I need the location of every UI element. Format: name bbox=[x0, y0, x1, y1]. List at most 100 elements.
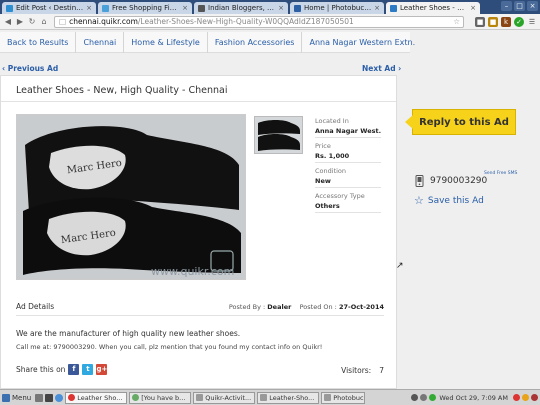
ad-contact-line: Call me at: 9790003290. When you call, p… bbox=[16, 343, 323, 351]
visitors-value: 7 bbox=[379, 366, 384, 375]
attr-price: Price Rs. 1,000 bbox=[315, 142, 381, 163]
page-icon: □ bbox=[59, 17, 67, 26]
extension-icon[interactable]: ■ bbox=[488, 16, 498, 27]
attr-accessory-type: Accessory Type Others bbox=[315, 192, 381, 213]
browser-toolbar: ◀ ▶ ↻ ⌂ □ chennai.quikr.com /Leather-Sho… bbox=[0, 14, 540, 30]
twitter-icon[interactable]: t bbox=[82, 364, 94, 375]
mouse-cursor-icon: ↗ bbox=[396, 261, 404, 271]
browser-tab-strip: Edit Post ‹ Destinatio × Free Shopping Fi… bbox=[0, 0, 540, 14]
ad-description: We are the manufacturer of high quality … bbox=[16, 329, 241, 338]
divider bbox=[1, 101, 396, 102]
close-tab-icon[interactable]: × bbox=[278, 4, 284, 12]
close-window-button[interactable]: × bbox=[527, 1, 538, 11]
breadcrumb-city[interactable]: Chennai bbox=[76, 31, 125, 53]
visitor-count: Visitors: 7 bbox=[341, 366, 384, 375]
shoes-photo-image: Marc Hero Marc Hero www.quikr.com bbox=[17, 115, 245, 279]
ad-details-header: Ad Details Posted By : Dealer Posted On … bbox=[16, 302, 384, 316]
ad-card: Leather Shoes - New, High Quality - Chen… bbox=[0, 75, 397, 389]
system-clock[interactable]: Wed Oct 29, 7:09 AM bbox=[439, 394, 508, 402]
minimize-button[interactable]: – bbox=[501, 1, 512, 11]
ad-attributes: Located In Anna Nagar West... Price Rs. 1,… bbox=[315, 117, 381, 217]
mobile-phone-icon bbox=[415, 175, 424, 187]
close-tab-icon[interactable]: × bbox=[86, 4, 92, 12]
menu-icon[interactable]: ☰ bbox=[527, 17, 537, 27]
close-tab-icon[interactable]: × bbox=[470, 4, 476, 12]
send-free-sms-link[interactable]: Send Free SMS bbox=[484, 171, 517, 176]
breadcrumb-subcategory[interactable]: Fashion Accessories bbox=[208, 31, 303, 53]
star-outline-icon: ☆ bbox=[414, 194, 424, 207]
posted-by-value: Dealer bbox=[267, 303, 292, 311]
chrome-tray-icon[interactable] bbox=[513, 394, 520, 401]
back-arrow-icon[interactable]: ◀ bbox=[3, 17, 13, 27]
taskbar-window[interactable]: Photobucket... bbox=[321, 391, 366, 404]
ad-thumbnail[interactable] bbox=[254, 116, 303, 154]
volume-icon[interactable] bbox=[420, 394, 428, 401]
browser-tab[interactable]: Indian Bloggers, Sho × bbox=[194, 2, 288, 14]
terminal-icon[interactable] bbox=[45, 393, 54, 402]
home-icon[interactable]: ⌂ bbox=[39, 17, 49, 27]
ad-main-photo[interactable]: Marc Hero Marc Hero www.quikr.com bbox=[16, 114, 246, 280]
taskbar-window[interactable]: [You have b... bbox=[129, 391, 192, 404]
breadcrumb-locality[interactable]: Anna Nagar Western Extn. bbox=[302, 32, 422, 53]
menu-logo-icon bbox=[2, 393, 10, 402]
photobucket-favicon-icon bbox=[294, 4, 301, 12]
bloggers-favicon-icon bbox=[198, 4, 205, 12]
system-tray: Wed Oct 29, 7:09 AM bbox=[409, 394, 538, 402]
posted-meta: Posted By : Dealer Posted On : 27-Oct-20… bbox=[228, 303, 384, 311]
power-icon[interactable] bbox=[531, 394, 538, 401]
quikr-favicon-icon bbox=[390, 4, 397, 12]
os-taskbar: Menu Leather Sho... [You have b... Quikr… bbox=[0, 389, 540, 405]
save-ad-link[interactable]: ☆ Save this Ad bbox=[414, 194, 484, 207]
facebook-icon[interactable]: f bbox=[68, 364, 80, 375]
phone-number[interactable]: 9790003290 bbox=[414, 175, 487, 187]
folder-icon bbox=[324, 394, 332, 401]
folder-icon bbox=[196, 394, 204, 401]
battery-icon[interactable] bbox=[429, 394, 437, 401]
network-icon[interactable] bbox=[411, 394, 419, 401]
reload-icon[interactable]: ↻ bbox=[27, 17, 37, 27]
extension-icon[interactable]: ✓ bbox=[514, 16, 524, 27]
browser-tab-active[interactable]: Leather Shoes - New × bbox=[386, 2, 480, 14]
extension-icon[interactable]: ■ bbox=[475, 16, 485, 27]
bookmark-star-icon[interactable]: ☆ bbox=[453, 17, 460, 26]
close-tab-icon[interactable]: × bbox=[182, 4, 188, 12]
ad-details-label: Ad Details bbox=[16, 302, 55, 311]
attr-condition: Condition New bbox=[315, 167, 381, 188]
share-label: Share this on bbox=[16, 365, 66, 374]
file-manager-icon[interactable] bbox=[35, 393, 44, 402]
taskbar-window[interactable]: Leather Sho... bbox=[65, 391, 128, 404]
taskbar-window[interactable]: Quikr-Activit... bbox=[193, 391, 256, 404]
google-plus-icon[interactable]: g+ bbox=[96, 364, 108, 375]
reply-to-ad-button[interactable]: Reply to this Ad bbox=[405, 109, 516, 135]
breadcrumb-category[interactable]: Home & Lifestyle bbox=[124, 31, 208, 53]
breadcrumb-back[interactable]: Back to Results bbox=[0, 31, 77, 53]
taskbar-window[interactable]: Leather-Sho... bbox=[257, 391, 320, 404]
shopping-favicon-icon bbox=[102, 4, 109, 12]
previous-ad-link[interactable]: ‹ Previous Ad bbox=[2, 64, 58, 73]
next-ad-link[interactable]: Next Ad › bbox=[362, 64, 401, 73]
share-row: Share this on f t g+ bbox=[16, 364, 108, 375]
window-controls: – □ × bbox=[501, 1, 538, 11]
maximize-button[interactable]: □ bbox=[514, 1, 525, 11]
shoes-thumbnail-image bbox=[255, 117, 302, 153]
chrome-icon bbox=[68, 394, 76, 401]
browser-tab[interactable]: Free Shopping Fiesta × bbox=[98, 2, 192, 14]
blog-favicon-icon bbox=[6, 4, 13, 12]
browser-tab[interactable]: Edit Post ‹ Destinatio × bbox=[2, 2, 96, 14]
chat-icon bbox=[132, 394, 140, 401]
address-bar[interactable]: □ chennai.quikr.com /Leather-Shoes-New-H… bbox=[54, 15, 464, 28]
start-menu-button[interactable]: Menu bbox=[2, 393, 31, 402]
chrome-tray-icon[interactable] bbox=[522, 394, 529, 401]
photo-watermark: www.quikr.com bbox=[151, 265, 234, 278]
close-tab-icon[interactable]: × bbox=[374, 4, 380, 12]
breadcrumb: Back to Results Chennai Home & Lifestyle… bbox=[0, 31, 415, 53]
extension-icon[interactable]: k bbox=[501, 16, 511, 27]
url-host: chennai.quikr.com bbox=[69, 17, 138, 26]
folder-icon bbox=[260, 394, 268, 401]
forward-arrow-icon[interactable]: ▶ bbox=[15, 17, 25, 27]
attr-location: Located In Anna Nagar West... bbox=[315, 117, 381, 138]
browser-launcher-icon[interactable] bbox=[55, 393, 64, 402]
browser-tab[interactable]: Home | Photobucket × bbox=[290, 2, 384, 14]
web-page: Back to Results Chennai Home & Lifestyle… bbox=[0, 30, 540, 389]
posted-on-value: 27-Oct-2014 bbox=[338, 303, 384, 311]
